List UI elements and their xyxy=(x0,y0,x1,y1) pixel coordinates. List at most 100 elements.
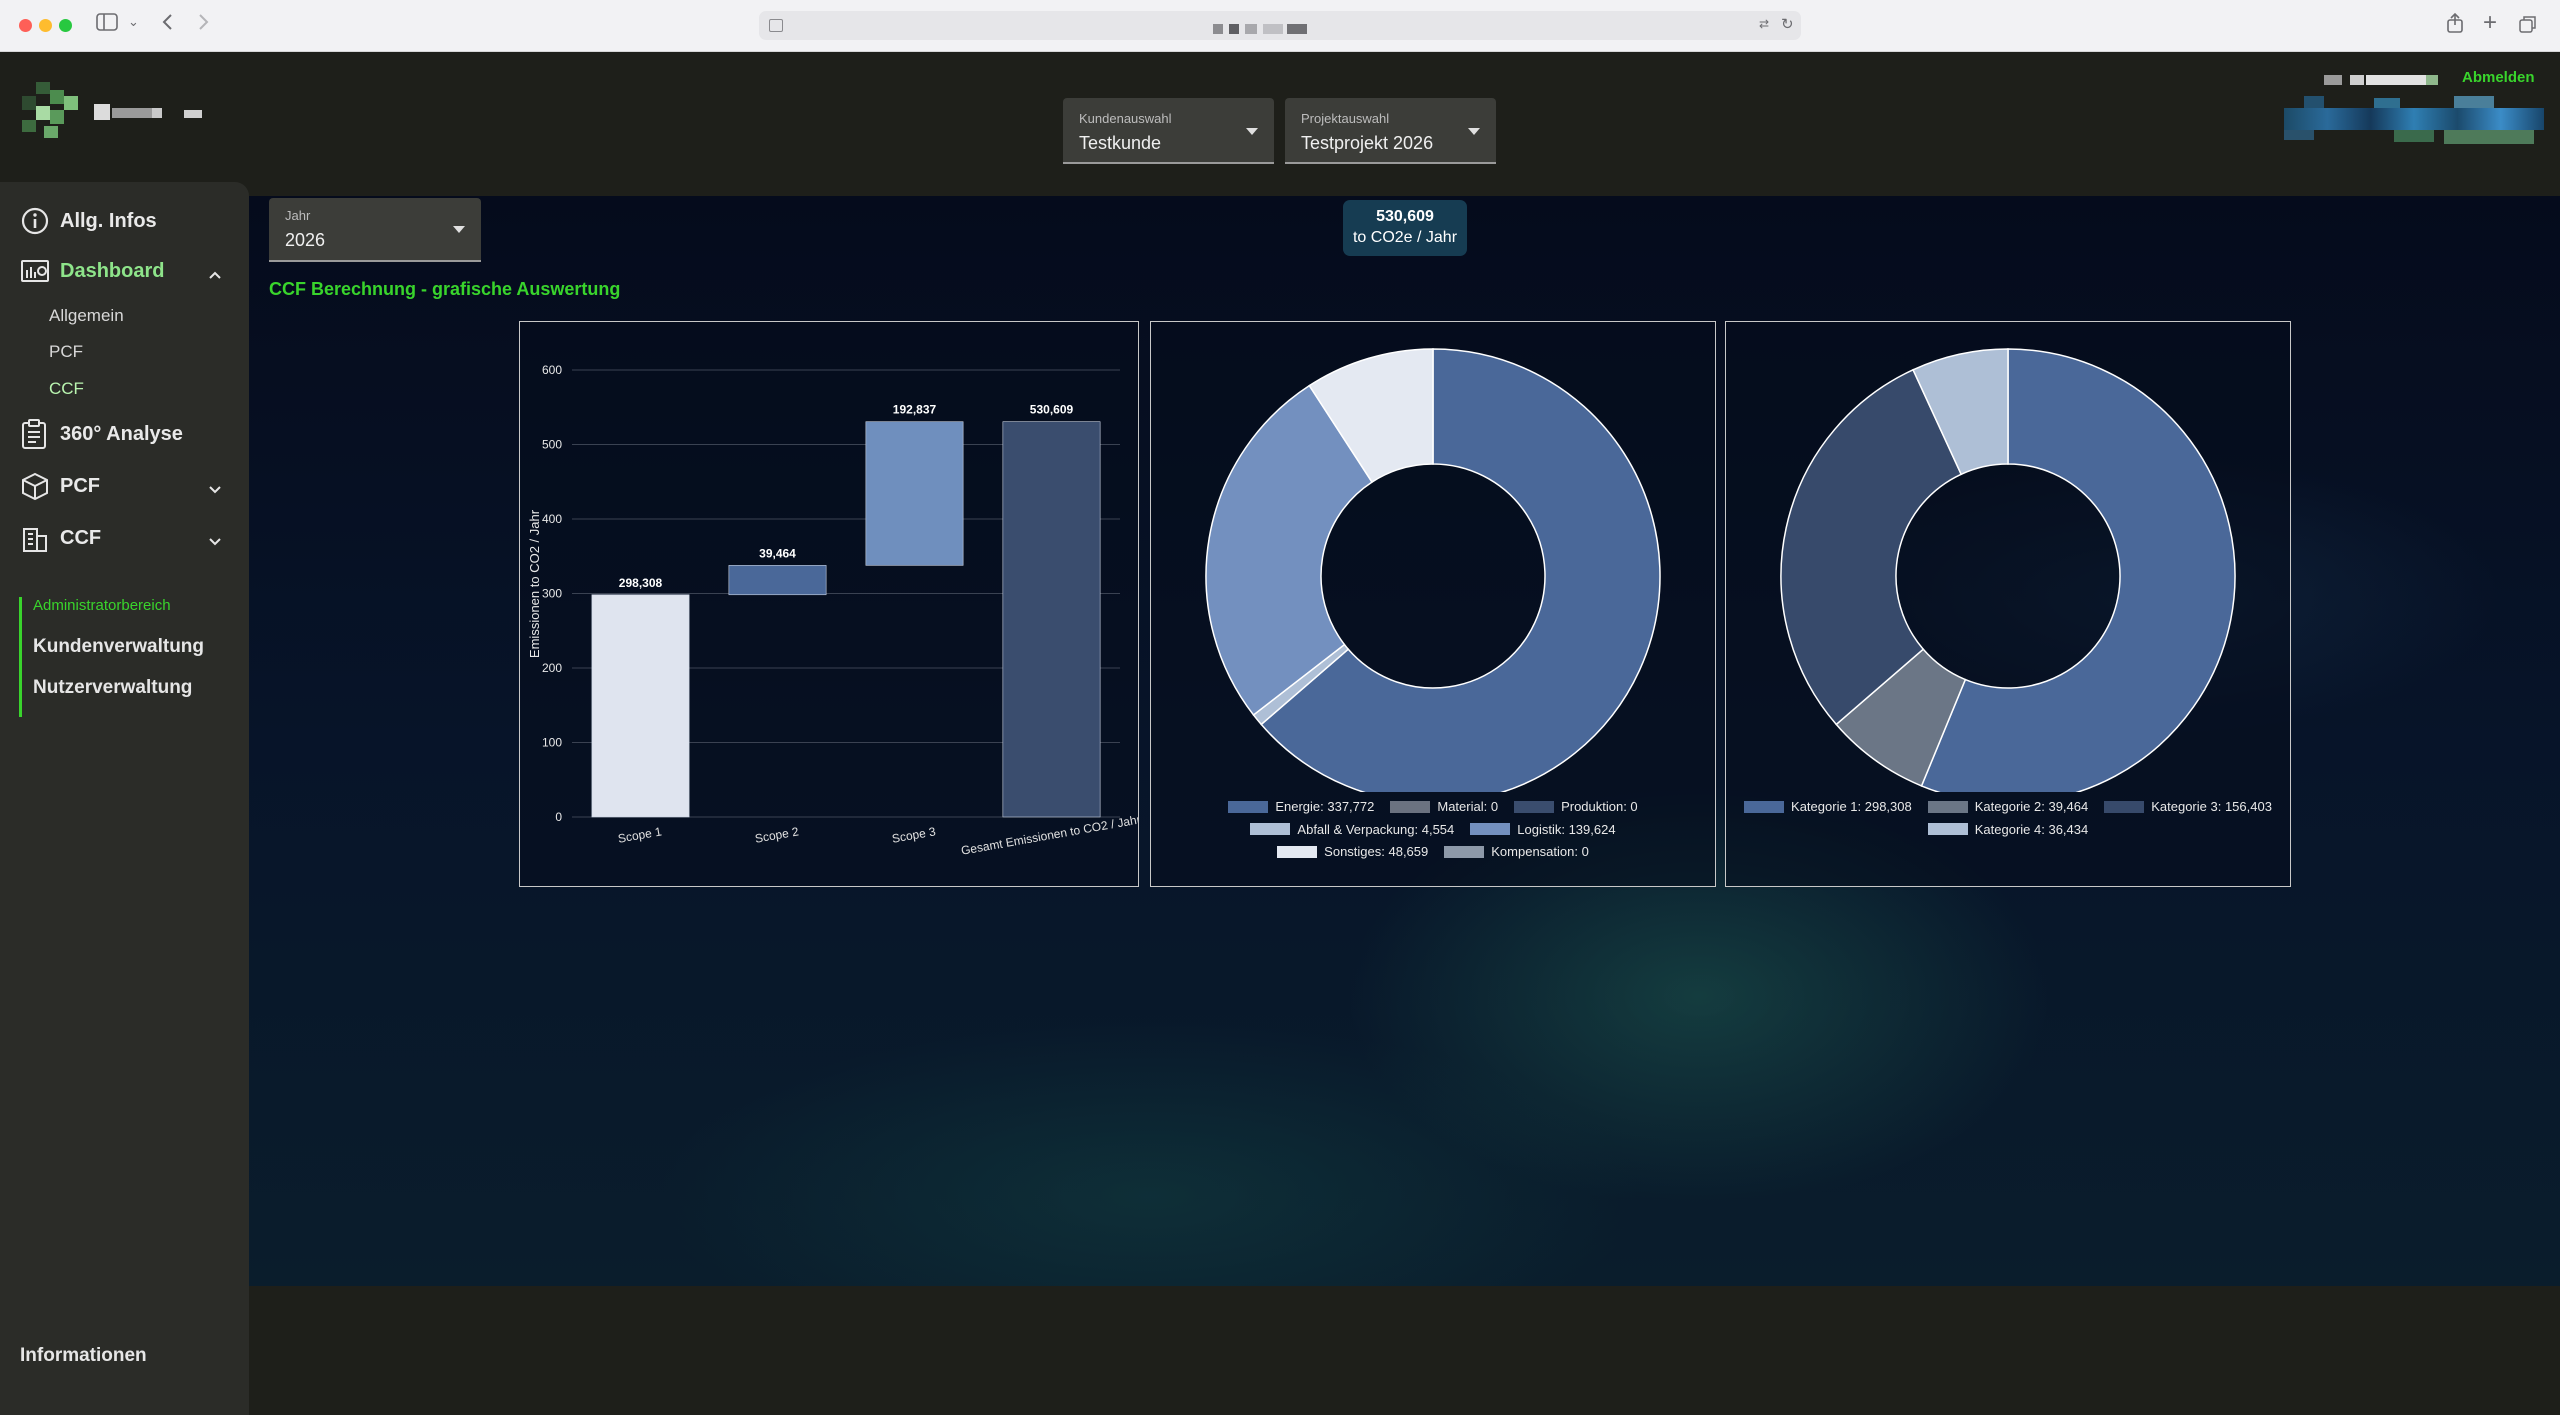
partner-logo xyxy=(2284,96,2544,156)
sidebar-sub-ccf[interactable]: CCF xyxy=(49,379,84,399)
donut-chart-categories-panel: Kategorie 1: 298,308 Kategorie 2: 39,464 K… xyxy=(1725,321,2291,887)
y-tick-label: 200 xyxy=(542,661,562,675)
waterfall-bar[interactable] xyxy=(591,594,690,818)
sidebar-item-ccf[interactable]: CCF xyxy=(20,523,101,553)
legend-label: Energie: 337,772 xyxy=(1275,799,1375,814)
browser-toolbar: ⌄ ⇄ ↻ + xyxy=(0,0,2560,52)
sidebar-item-360-analyse[interactable]: 360° Analyse xyxy=(20,418,183,450)
info-icon xyxy=(21,207,49,235)
bar-data-label: 39,464 xyxy=(759,546,796,560)
legend-label: Kompensation: 0 xyxy=(1491,844,1589,859)
legend-item[interactable]: Material: 0 xyxy=(1390,796,1498,817)
legend-swatch xyxy=(1744,800,1785,813)
sidebar-informationen[interactable]: Informationen xyxy=(20,1345,147,1367)
legend-item[interactable]: Logistik: 139,624 xyxy=(1470,819,1616,840)
waterfall-chart-panel: Emissionen to CO2 / Jahr 0 100 200 300 400 50… xyxy=(519,321,1142,887)
waterfall-bar[interactable] xyxy=(865,421,964,566)
zoom-window-button[interactable] xyxy=(59,19,72,32)
user-name-redacted xyxy=(2324,72,2444,85)
clipboard-icon xyxy=(22,419,46,449)
admin-item-kundenverwaltung[interactable]: Kundenverwaltung xyxy=(33,636,204,658)
legend-swatch xyxy=(2104,800,2145,813)
y-tick-label: 600 xyxy=(542,363,562,377)
address-bar[interactable]: ⇄ ↻ xyxy=(759,11,1801,40)
waterfall-bar[interactable] xyxy=(1002,421,1101,818)
new-tab-icon[interactable]: + xyxy=(2483,9,2497,37)
sidebar-item-label: CCF xyxy=(60,526,102,549)
legend-item[interactable]: Produktion: 0 xyxy=(1514,796,1638,817)
legend-label: Kategorie 1: 298,308 xyxy=(1791,799,1912,814)
legend-swatch xyxy=(1927,823,1968,835)
sidebar-sub-pcf[interactable]: PCF xyxy=(49,342,83,362)
legend-item[interactable]: Kategorie 3: 156,403 xyxy=(2104,796,2272,817)
legend-label: Logistik: 139,624 xyxy=(1517,821,1616,837)
customer-select-value: Testkunde xyxy=(1079,133,1162,153)
project-select[interactable]: Projektauswahl Testprojekt 2026 xyxy=(1285,98,1496,164)
legend-item[interactable]: Kategorie 2: 39,464 xyxy=(1927,796,2089,817)
x-tick-label: Scope 2 xyxy=(754,824,800,845)
translate-icon[interactable]: ⇄ xyxy=(1759,17,1769,31)
legend-swatch xyxy=(1514,800,1555,813)
close-window-button[interactable] xyxy=(19,19,32,32)
dropdown-arrow-icon xyxy=(1468,128,1480,135)
donut-chart-legend: Energie: 337,772 Material: 0 Produktion: 0… xyxy=(1161,796,1705,864)
building-icon xyxy=(23,528,47,552)
legend-swatch xyxy=(1927,800,1968,813)
year-select[interactable]: Jahr 2026 xyxy=(269,198,481,262)
sidebar-item-allg-infos[interactable]: Allg. Infos xyxy=(20,206,157,236)
sidebar-item-label: Allg. Infos xyxy=(60,209,157,232)
dashboard-icon xyxy=(21,260,49,282)
tabs-overview-icon[interactable] xyxy=(2519,15,2537,38)
sidebar-toggle-icon[interactable] xyxy=(96,13,118,37)
sidebar-sub-allgemein[interactable]: Allgemein xyxy=(49,306,124,326)
section-title: CCF Berechnung - grafische Auswertung xyxy=(269,279,621,299)
sidebar-item-label: PCF xyxy=(60,474,100,497)
legend-item[interactable]: Sonstiges: 48,659 xyxy=(1277,841,1428,862)
legend-label: Kategorie 2: 39,464 xyxy=(1974,799,2089,814)
page-footer xyxy=(249,1286,2560,1415)
waterfall-bar[interactable] xyxy=(728,565,827,596)
chevron-up-icon[interactable] xyxy=(208,267,222,285)
forward-icon[interactable] xyxy=(196,11,210,39)
legend-swatch xyxy=(1444,845,1485,858)
legend-item[interactable]: Abfall & Verpackung: 4,554 xyxy=(1250,819,1454,840)
share-icon[interactable] xyxy=(2446,12,2464,39)
sidebar-item-pcf[interactable]: PCF xyxy=(20,471,100,501)
admin-section-title: Administratorbereich xyxy=(33,597,171,614)
logout-link[interactable]: Abmelden xyxy=(2462,69,2535,86)
chevron-down-icon[interactable] xyxy=(208,482,222,500)
reload-icon[interactable]: ↻ xyxy=(1781,15,1794,33)
customer-select[interactable]: Kundenauswahl Testkunde xyxy=(1063,98,1274,164)
project-select-value: Testprojekt 2026 xyxy=(1301,133,1434,153)
customer-select-label: Kundenauswahl xyxy=(1079,111,1172,126)
legend-item[interactable]: Kategorie 1: 298,308 xyxy=(1744,796,1912,817)
dashboard-main: Jahr 2026 530,609 to CO2e / Jahr CCF Ber… xyxy=(249,196,2560,1286)
x-tick-label: Gesamt Emissionen to CO2 / Jahr xyxy=(960,812,1138,857)
sidebar-item-dashboard[interactable]: Dashboard xyxy=(20,258,164,284)
back-icon[interactable] xyxy=(161,11,175,39)
x-tick-label: Scope 3 xyxy=(891,824,937,845)
legend-swatch xyxy=(1228,800,1269,813)
legend-item[interactable]: Energie: 337,772 xyxy=(1228,796,1374,817)
y-tick-label: 500 xyxy=(542,438,562,452)
admin-section-accent xyxy=(19,597,22,717)
total-emissions-value: 530,609 xyxy=(1376,208,1434,225)
y-tick-label: 300 xyxy=(542,587,562,601)
admin-item-nutzerverwaltung[interactable]: Nutzerverwaltung xyxy=(33,677,192,699)
minimize-window-button[interactable] xyxy=(39,19,52,32)
donut-chart-legend: Kategorie 1: 298,308 Kategorie 2: 39,464 K… xyxy=(1736,796,2280,841)
y-tick-label: 0 xyxy=(555,810,562,824)
legend-item[interactable]: Kategorie 4: 36,434 xyxy=(1927,819,2088,840)
project-select-label: Projektauswahl xyxy=(1301,111,1390,126)
chevron-down-icon[interactable]: ⌄ xyxy=(128,14,139,30)
box-icon xyxy=(22,472,48,501)
company-logo xyxy=(22,82,212,142)
dropdown-arrow-icon xyxy=(1246,128,1258,135)
legend-item[interactable]: Kompensation: 0 xyxy=(1444,841,1589,862)
donut-chart-categories xyxy=(1780,348,2236,804)
chevron-down-icon[interactable] xyxy=(208,534,222,552)
legend-swatch xyxy=(1390,800,1431,813)
dropdown-arrow-icon xyxy=(453,226,465,233)
total-emissions-badge: 530,609 to CO2e / Jahr xyxy=(1343,200,1467,256)
legend-label: Kategorie 3: 156,403 xyxy=(2151,799,2272,814)
